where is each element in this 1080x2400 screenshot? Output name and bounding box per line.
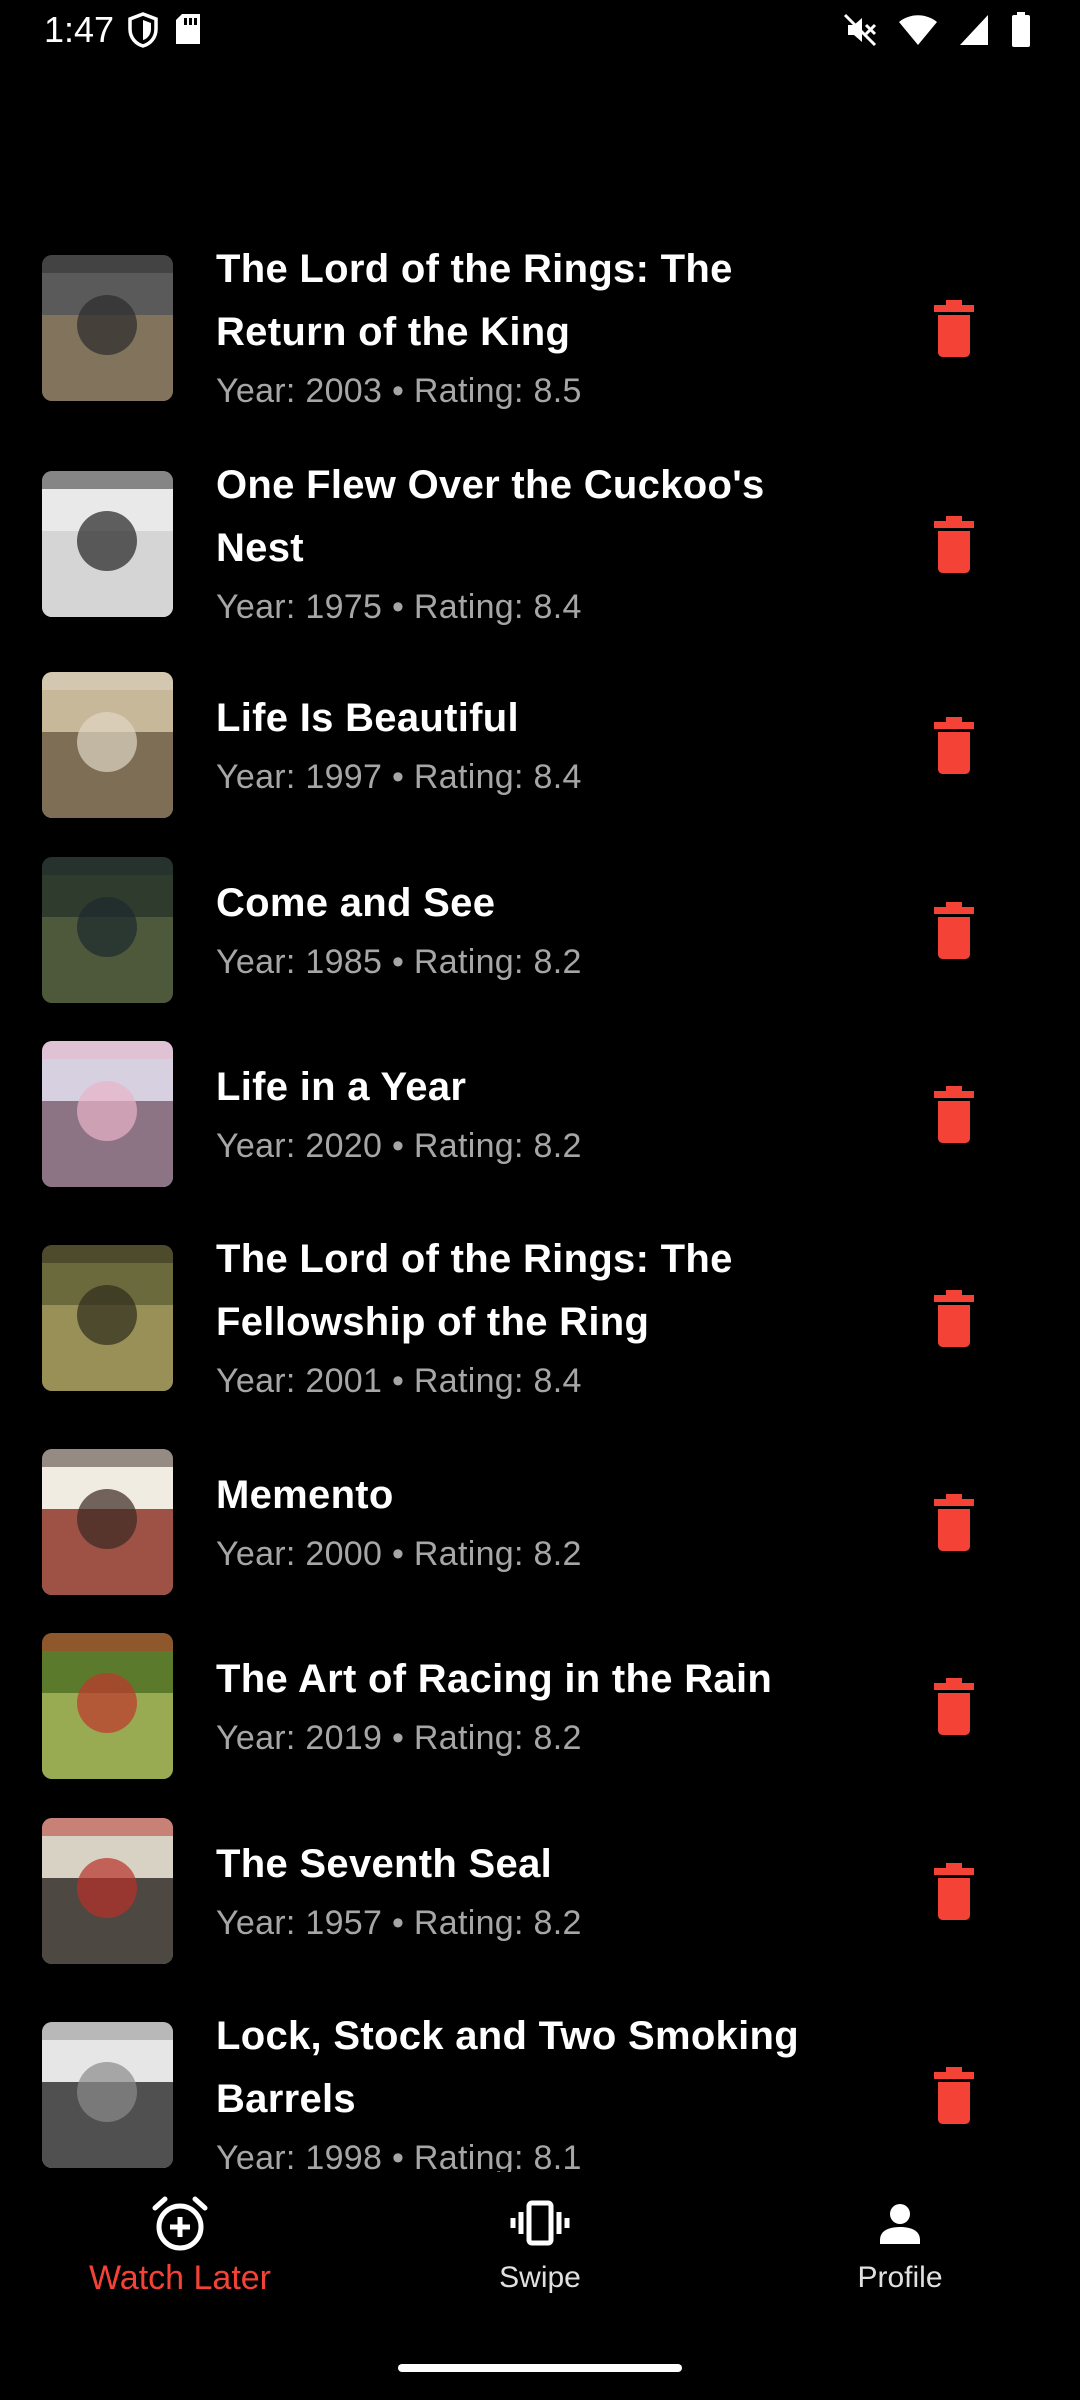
trash-icon [928,2065,980,2125]
shield-icon [128,12,158,48]
trash-icon [928,900,980,960]
delete-button[interactable] [928,1084,980,1144]
movie-info: Lock, Stock and Two Smoking Barrels Year:… [216,2005,856,2172]
trash-icon [928,1861,980,1921]
movie-info: Memento Year: 2000 • Rating: 8.2 [216,1464,856,1581]
movie-meta: Year: 1985 • Rating: 8.2 [216,942,582,981]
movie-poster [42,1633,173,1779]
status-bar: 1:47 [0,0,1080,64]
movie-info: The Seventh Seal Year: 1957 • Rating: 8.2 [216,1833,856,1950]
movie-meta: Year: 1975 • Rating: 8.4 [216,588,582,626]
vibration-icon [508,2192,572,2256]
list-item[interactable]: The Seventh Seal Year: 1957 • Rating: 8.2 [0,1799,1080,1983]
movie-poster [42,1245,173,1391]
alarm-add-icon [148,2192,212,2256]
movie-title: The Seventh Seal [216,1841,553,1886]
delete-button[interactable] [928,1288,980,1348]
watch-later-list[interactable]: The Lord of the Rings: The Return of the… [0,216,1080,2172]
status-time: 1:47 [44,9,115,50]
delete-button[interactable] [928,900,980,960]
delete-button[interactable] [928,1676,980,1736]
movie-poster [42,1818,173,1964]
person-icon [868,2192,932,2256]
nav-tab-swipe[interactable]: Swipe [360,2192,720,2300]
nav-label-swipe: Swipe [499,2261,581,2294]
list-item[interactable]: Lock, Stock and Two Smoking Barrels Year:… [0,1983,1080,2172]
movie-title: Memento [216,1472,394,1517]
delete-button[interactable] [928,1492,980,1552]
nav-tab-profile[interactable]: Profile [720,2192,1080,2300]
movie-poster [42,672,173,818]
movie-meta: Year: 2001 • Rating: 8.4 [216,1362,582,1400]
trash-icon [928,1676,980,1736]
movie-meta: Year: 1997 • Rating: 8.4 [216,757,582,796]
movie-poster [42,1449,173,1595]
delete-button[interactable] [928,514,980,574]
movie-info: Life in a Year Year: 2020 • Rating: 8.2 [216,1056,856,1173]
battery-icon [1010,12,1032,48]
movie-poster [42,255,173,401]
wifi-icon [898,13,938,47]
movie-poster [42,1041,173,1187]
movie-info: Come and See Year: 1985 • Rating: 8.2 [216,872,856,989]
delete-button[interactable] [928,715,980,775]
movie-title: Life in a Year [216,1064,467,1109]
movie-title: One Flew Over the Cuckoo's Nest [216,463,765,570]
movie-poster [42,2022,173,2168]
movie-title: Life Is Beautiful [216,695,519,740]
list-item[interactable]: Come and See Year: 1985 • Rating: 8.2 [0,838,1080,1022]
movie-title: Lock, Stock and Two Smoking Barrels [216,2014,799,2121]
movie-poster [42,471,173,617]
mute-icon [842,12,878,48]
list-item[interactable]: The Art of Racing in the Rain Year: 2019 … [0,1614,1080,1798]
delete-button[interactable] [928,2065,980,2125]
movie-info: Life Is Beautiful Year: 1997 • Rating: 8.… [216,687,856,804]
signal-icon [958,13,990,47]
movie-info: The Lord of the Rings: The Fellowship of… [216,1228,856,1408]
list-item[interactable]: The Lord of the Rings: The Fellowship of… [0,1206,1080,1430]
list-item[interactable]: The Lord of the Rings: The Return of the… [0,216,1080,440]
delete-button[interactable] [928,298,980,358]
list-item[interactable]: Life in a Year Year: 2020 • Rating: 8.2 [0,1022,1080,1206]
trash-icon [928,715,980,775]
movie-poster [42,857,173,1003]
bottom-navigation: Watch Later Swipe Profile [0,2172,1080,2332]
movie-meta: Year: 2000 • Rating: 8.2 [216,1534,582,1573]
trash-icon [928,1492,980,1552]
movie-info: The Lord of the Rings: The Return of the… [216,238,856,418]
nav-label-profile: Profile [857,2261,943,2294]
movie-info: One Flew Over the Cuckoo's Nest Year: 197… [216,454,856,634]
list-item[interactable]: Memento Year: 2000 • Rating: 8.2 [0,1430,1080,1614]
movie-title: The Lord of the Rings: The Return of the… [216,247,733,354]
sd-card-icon [174,12,202,48]
home-indicator[interactable] [398,2364,682,2372]
movie-meta: Year: 2003 • Rating: 8.5 [216,372,582,410]
trash-icon [928,1084,980,1144]
trash-icon [928,1288,980,1348]
movie-title: The Art of Racing in the Rain [216,1656,773,1701]
movie-meta: Year: 2019 • Rating: 8.2 [216,1718,582,1757]
movie-meta: Year: 2020 • Rating: 8.2 [216,1126,582,1165]
movie-title: The Lord of the Rings: The Fellowship of… [216,1237,733,1344]
movie-title: Come and See [216,880,496,925]
movie-meta: Year: 1998 • Rating: 8.1 [216,2139,582,2172]
delete-button[interactable] [928,1861,980,1921]
nav-tab-watch-later[interactable]: Watch Later [0,2192,360,2300]
list-item[interactable]: Life Is Beautiful Year: 1997 • Rating: 8.… [0,653,1080,837]
trash-icon [928,298,980,358]
movie-meta: Year: 1957 • Rating: 8.2 [216,1903,582,1942]
movie-info: The Art of Racing in the Rain Year: 2019 … [216,1648,856,1765]
trash-icon [928,514,980,574]
nav-label-watch-later: Watch Later [88,2259,272,2297]
list-item[interactable]: One Flew Over the Cuckoo's Nest Year: 197… [0,432,1080,656]
